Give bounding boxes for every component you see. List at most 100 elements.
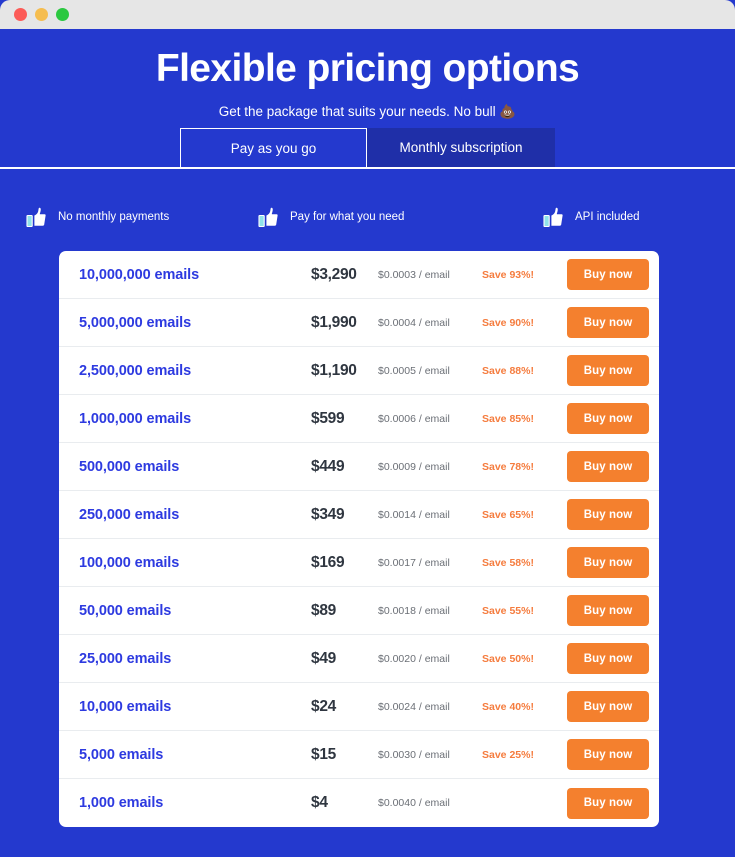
tab-pay-as-you-go[interactable]: Pay as you go xyxy=(180,128,367,168)
minimize-button[interactable] xyxy=(35,8,48,21)
total-price: $599 xyxy=(311,409,345,427)
pricing-mode-tabs: Pay as you go Monthly subscription xyxy=(0,128,735,168)
unit-rate: $0.0014 / email xyxy=(378,508,450,521)
thumbs-up-icon xyxy=(26,206,47,228)
buy-now-button[interactable]: Buy now xyxy=(567,499,649,530)
feature-highlights: No monthly payments Pay for what you nee… xyxy=(0,197,735,237)
savings-badge: Save 93%! xyxy=(482,268,534,281)
feature-label: API included xyxy=(575,211,640,223)
unit-rate: $0.0003 / email xyxy=(378,268,450,281)
savings-badge: Save 90%! xyxy=(482,316,534,329)
unit-rate: $0.0006 / email xyxy=(378,412,450,425)
browser-window: Flexible pricing options Get the package… xyxy=(0,0,735,857)
buy-now-button[interactable]: Buy now xyxy=(567,643,649,674)
volume-label: 1,000,000 emails xyxy=(79,410,192,427)
total-price: $169 xyxy=(311,553,345,571)
buy-now-button[interactable]: Buy now xyxy=(567,403,649,434)
table-row: 25,000 emails $49 $0.0020 / email Save 50%!… xyxy=(59,635,659,683)
action-cell: Buy now xyxy=(567,451,649,482)
action-cell: Buy now xyxy=(567,691,649,722)
page-subtitle: Get the package that suits your needs. N… xyxy=(218,104,517,119)
volume-label: 10,000 emails xyxy=(79,698,172,715)
volume-label: 100,000 emails xyxy=(79,554,180,571)
savings-badge: Save 58%! xyxy=(482,556,534,569)
thumbs-up-icon xyxy=(258,206,279,228)
page-content: Flexible pricing options Get the package… xyxy=(0,29,735,857)
feature-pay-for-what-you-need: Pay for what you need xyxy=(258,206,543,228)
action-cell: Buy now xyxy=(567,595,649,626)
savings-badge: Save 88%! xyxy=(482,364,534,377)
action-cell: Buy now xyxy=(567,739,649,770)
table-row: 5,000 emails $15 $0.0030 / email Save 25%! B… xyxy=(59,731,659,779)
table-row: 50,000 emails $89 $0.0018 / email Save 55%!… xyxy=(59,587,659,635)
total-price: $349 xyxy=(311,505,345,523)
action-cell: Buy now xyxy=(567,499,649,530)
savings-badge: Save 40%! xyxy=(482,700,534,713)
unit-rate: $0.0017 / email xyxy=(378,556,450,569)
unit-rate: $0.0030 / email xyxy=(378,748,450,761)
savings-badge: Save 55%! xyxy=(482,604,534,617)
action-cell: Buy now xyxy=(567,787,649,819)
action-cell: Buy now xyxy=(567,643,649,674)
thumbs-up-icon xyxy=(543,206,564,228)
buy-now-button[interactable]: Buy now xyxy=(567,787,649,819)
table-row: 1,000,000 emails $599 $0.0006 / email Save … xyxy=(59,395,659,443)
table-row: 1,000 emails $4 $0.0040 / email Buy now xyxy=(59,779,659,827)
volume-label: 250,000 emails xyxy=(79,506,180,523)
table-row: 5,000,000 emails $1,990 $0.0004 / email Sav… xyxy=(59,299,659,347)
volume-label: 500,000 emails xyxy=(79,458,180,475)
maximize-button[interactable] xyxy=(56,8,69,21)
action-cell: Buy now xyxy=(567,307,649,338)
feature-label: Pay for what you need xyxy=(290,211,405,223)
volume-label: 2,500,000 emails xyxy=(79,362,192,379)
table-row: 2,500,000 emails $1,190 $0.0005 / email Sav… xyxy=(59,347,659,395)
buy-now-button[interactable]: Buy now xyxy=(567,739,649,770)
savings-badge: Save 25%! xyxy=(482,748,534,761)
close-button[interactable] xyxy=(14,8,27,21)
action-cell: Buy now xyxy=(567,355,649,386)
total-price: $89 xyxy=(311,601,336,619)
buy-now-button[interactable]: Buy now xyxy=(567,691,649,722)
action-cell: Buy now xyxy=(567,403,649,434)
buy-now-button[interactable]: Buy now xyxy=(567,307,649,338)
total-price: $1,190 xyxy=(311,361,357,379)
table-row: 10,000 emails $24 $0.0024 / email Save 40%!… xyxy=(59,683,659,731)
unit-rate: $0.0020 / email xyxy=(378,652,450,665)
total-price: $24 xyxy=(311,697,336,715)
unit-rate: $0.0004 / email xyxy=(378,316,450,329)
pricing-table: 10,000,000 emails $3,290 $0.0003 / email Sa… xyxy=(59,251,659,827)
total-price: $15 xyxy=(311,745,336,763)
volume-label: 1,000 emails xyxy=(79,795,164,811)
volume-label: 5,000,000 emails xyxy=(79,314,192,331)
tab-underline-divider xyxy=(0,167,735,169)
table-row: 100,000 emails $169 $0.0017 / email Save 58… xyxy=(59,539,659,587)
unit-rate: $0.0018 / email xyxy=(378,604,450,617)
buy-now-button[interactable]: Buy now xyxy=(567,451,649,482)
page-title: Flexible pricing options xyxy=(155,47,580,90)
total-price: $49 xyxy=(311,649,336,667)
table-row: 10,000,000 emails $3,290 $0.0003 / email Sa… xyxy=(59,251,659,299)
savings-badge: Save 50%! xyxy=(482,652,534,665)
window-titlebar xyxy=(0,0,735,29)
unit-rate: $0.0005 / email xyxy=(378,364,450,377)
total-price: $4 xyxy=(311,794,328,811)
volume-label: 50,000 emails xyxy=(79,602,172,619)
feature-api-included: API included xyxy=(543,206,735,228)
buy-now-button[interactable]: Buy now xyxy=(567,547,649,578)
tab-monthly-subscription[interactable]: Monthly subscription xyxy=(367,128,555,168)
total-price: $3,290 xyxy=(311,265,357,283)
buy-now-button[interactable]: Buy now xyxy=(567,259,649,290)
unit-rate: $0.0009 / email xyxy=(378,460,450,473)
total-price: $449 xyxy=(311,457,345,475)
total-price: $1,990 xyxy=(311,313,357,331)
volume-label: 10,000,000 emails xyxy=(79,266,200,283)
action-cell: Buy now xyxy=(567,547,649,578)
unit-rate: $0.0024 / email xyxy=(378,700,450,713)
volume-label: 25,000 emails xyxy=(79,650,172,667)
buy-now-button[interactable]: Buy now xyxy=(567,595,649,626)
savings-badge: Save 78%! xyxy=(482,460,534,473)
feature-no-monthly-payments: No monthly payments xyxy=(0,206,258,228)
buy-now-button[interactable]: Buy now xyxy=(567,355,649,386)
unit-rate: $0.0040 / email xyxy=(378,797,450,809)
table-row: 500,000 emails $449 $0.0009 / email Save 78… xyxy=(59,443,659,491)
